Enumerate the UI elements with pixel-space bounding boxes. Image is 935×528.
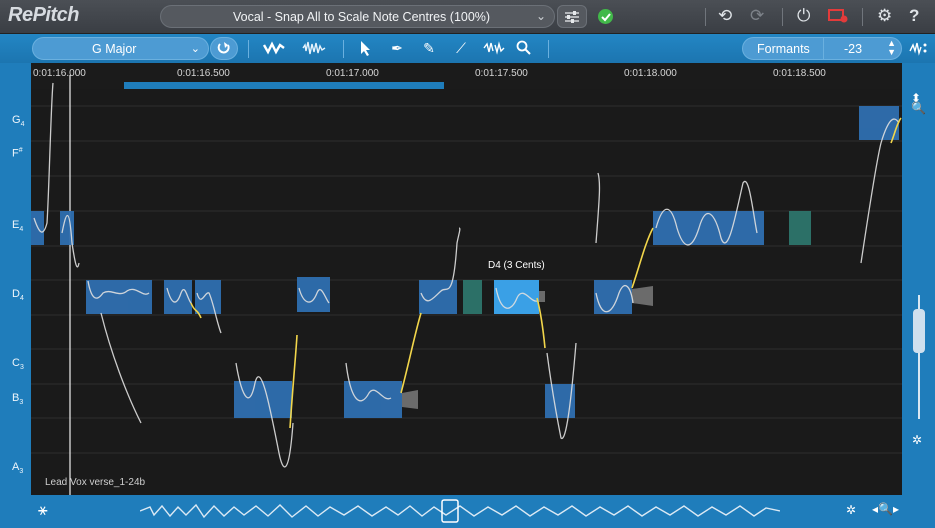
note-label-e4: E4 [12,219,24,234]
top-bar: RePitch Vocal - Snap All to Scale Note C… [0,0,935,34]
note-blob-transition [463,280,482,314]
divider [343,40,344,58]
note-blob-selected [494,280,539,314]
transition-curve [536,297,546,349]
formants-control[interactable]: Formants -23 ▲ ▼ [742,37,902,60]
record-icon[interactable] [828,7,848,27]
snap-to-scale-button[interactable] [210,37,238,60]
vertical-zoom-icon[interactable]: ⬍ 🔍 [911,92,926,114]
note-tail [539,291,545,302]
power-icon[interactable]: ⏻ [797,7,810,25]
divider [823,38,824,59]
gear-icon[interactable]: ⚙ [877,7,892,25]
redo-icon[interactable]: ⟳ [750,7,764,25]
note-label-g4: G4 [12,114,25,129]
fit-view-icon[interactable]: ✲ [912,433,922,447]
transition-curve [400,312,422,394]
right-sidebar: ⬍ 🔍 ✲ [902,63,935,495]
pen-tool-icon[interactable]: ✒ [388,39,406,57]
preset-select[interactable]: Vocal - Snap All to Scale Note Centres (… [160,5,555,28]
transition-curve [631,227,654,289]
scale-label: G Major [92,42,137,56]
snap-playhead-icon[interactable]: ⚹ [38,502,48,520]
formants-label: Formants [757,42,810,56]
scale-select[interactable]: G Major ⌄ [32,37,209,60]
pencil-tool-icon[interactable]: ✎ [420,39,438,57]
tool-bar: G Major ⌄ ✒ ✎ ⟋ Formants -23 ▲ ▼ [0,34,935,63]
pitch-curve [33,82,54,233]
preset-label: Vocal - Snap All to Scale Note Centres (… [233,10,491,24]
note-label-fsharp: F# [12,147,23,160]
divider [705,8,706,26]
note-blob [859,106,899,140]
pitch-editor[interactable]: 0:01:16.000 0:01:16.500 0:01:17.000 0:01… [31,63,902,495]
overview-waveform[interactable] [140,498,780,524]
sliders-icon [565,11,579,23]
divider [548,40,549,58]
snap-icon [217,42,230,54]
preset-settings-button[interactable] [557,5,587,28]
status-ok-icon [598,9,613,24]
undo-icon[interactable]: ⟲ [718,7,732,25]
note-axis: G4 F# E4 D4 C3 B3 A3 [0,63,31,495]
note-blob [653,211,764,245]
note-label-d4: D4 [12,288,24,303]
note-blob [234,381,292,418]
pitch-curve-view-icon[interactable] [262,39,286,57]
bottom-bar: ⚹ ✲ ◂🔍▸ [0,495,935,528]
note-tail [402,390,418,409]
formants-value[interactable]: -23 [844,42,862,56]
divider [862,8,863,26]
note-label-b3: B3 [12,392,24,407]
formant-curve-icon[interactable] [908,39,930,57]
note-tail [632,286,653,306]
overview-viewport [441,499,459,523]
divider [782,8,783,26]
note-label-c3: C3 [12,357,24,372]
note-blob [297,277,330,312]
note-label-a3: A3 [12,461,24,476]
split-tool-icon[interactable] [482,39,506,57]
help-icon[interactable]: ? [909,7,919,25]
vertical-scroll-thumb[interactable] [913,309,925,353]
spinner-icon[interactable]: ▲ ▼ [887,39,896,57]
pitch-curve [100,312,142,424]
track-name: Lead Vox verse_1-24b [45,477,146,488]
chevron-down-icon: ⌄ [535,9,546,23]
pointer-tool-icon[interactable] [356,39,374,57]
note-blob-transition [789,211,811,245]
divider [248,40,249,58]
pitch-canvas [31,75,902,495]
note-blob [344,381,402,418]
app-logo: RePitch [8,4,79,26]
line-tool-icon[interactable]: ⟋ [452,39,470,57]
fit-zoom-icon[interactable]: ✲ [846,503,856,517]
waveform-view-icon[interactable] [301,39,327,57]
chevron-down-icon: ⌄ [190,43,200,55]
horizontal-zoom-icon[interactable]: ◂🔍▸ [872,502,899,516]
note-blob [594,280,632,314]
note-tag: D4 (3 Cents) [488,260,545,271]
note-blob [86,280,152,314]
zoom-tool-icon[interactable] [515,39,533,57]
